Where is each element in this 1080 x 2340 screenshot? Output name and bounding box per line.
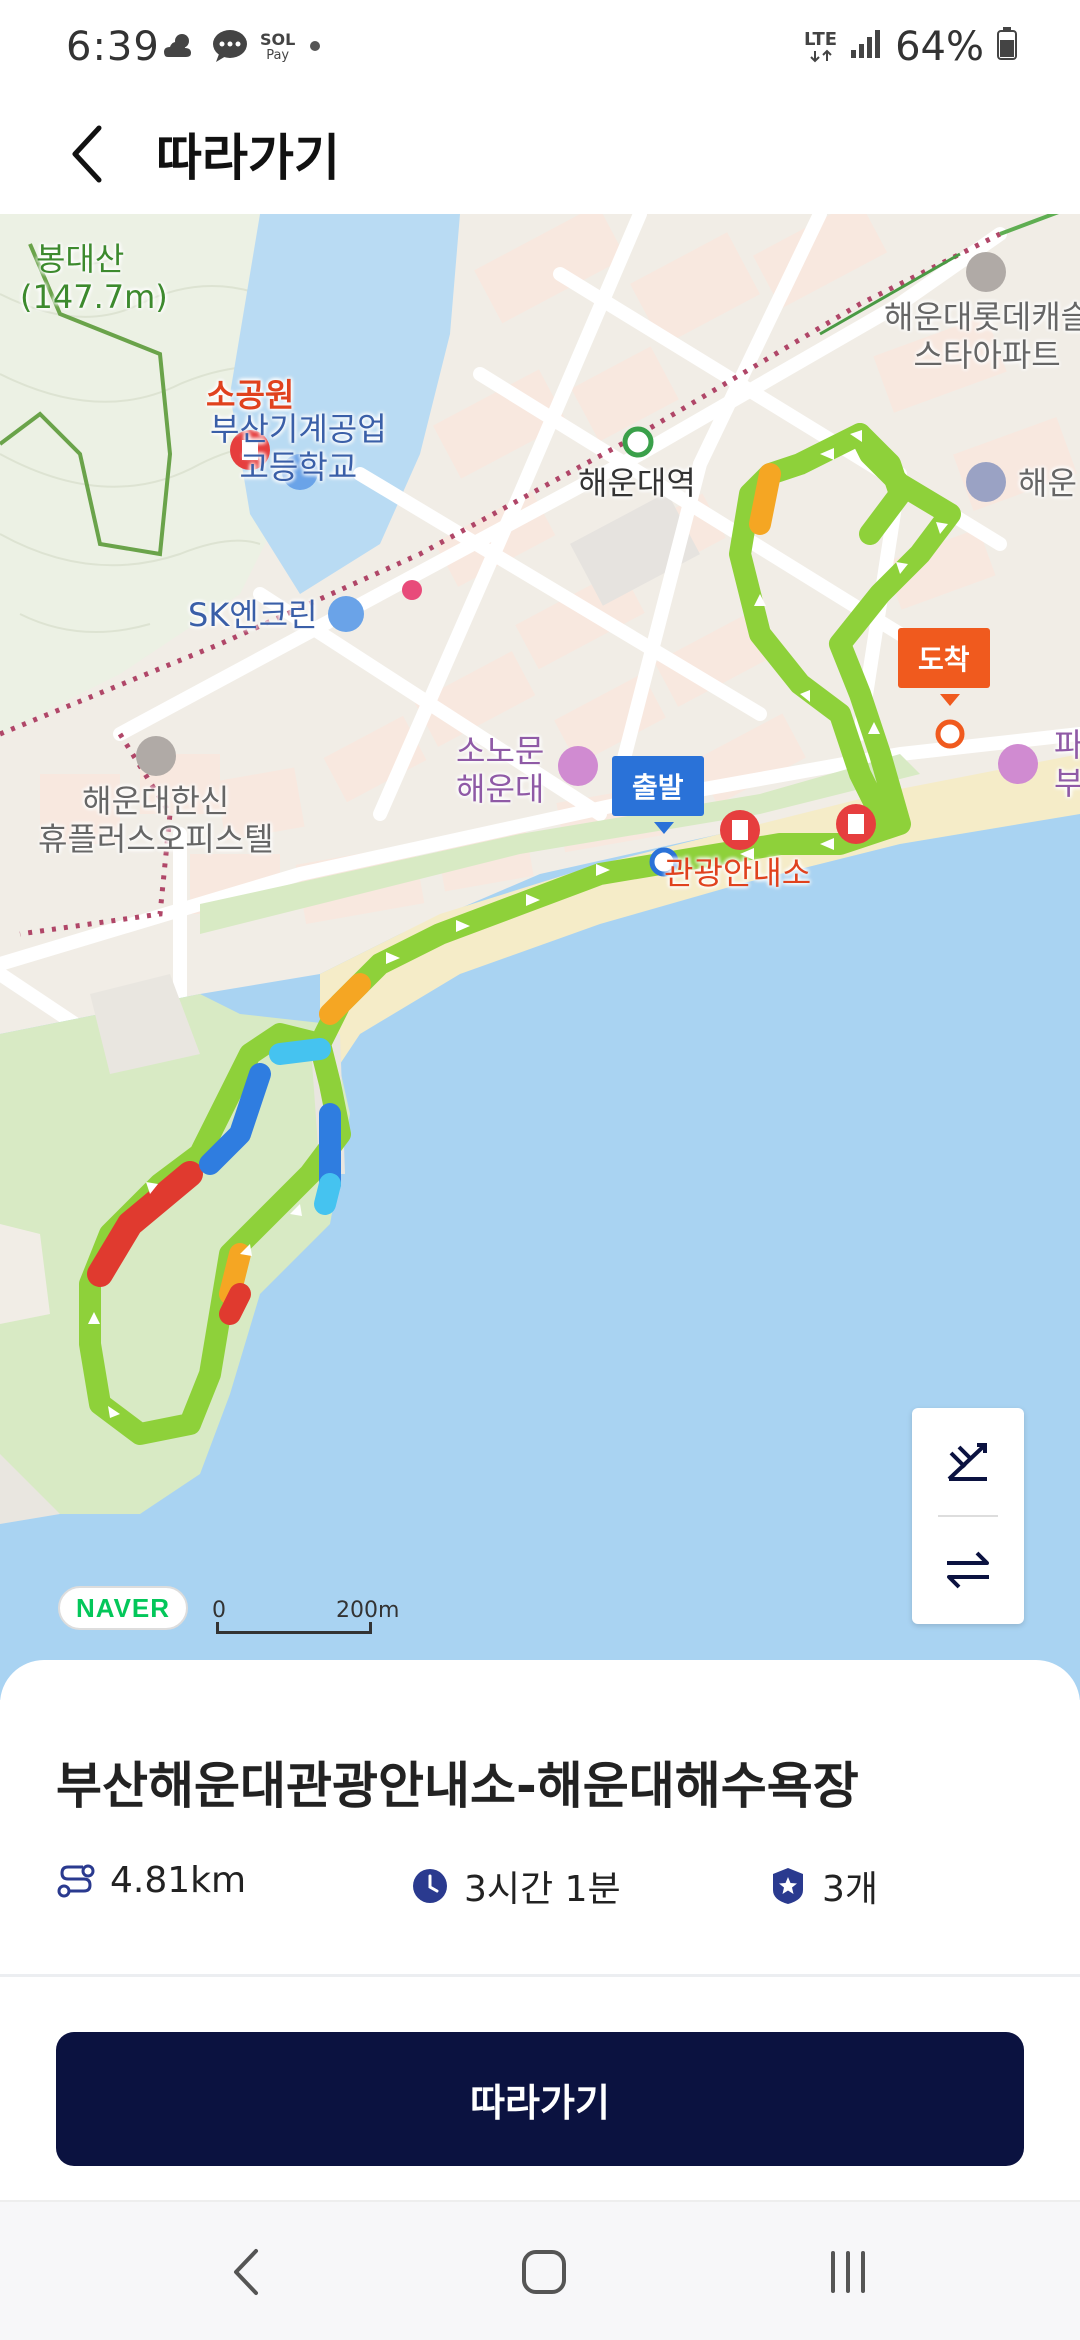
dot-icon [305, 36, 325, 60]
label-sonomun: 소노문 해운대 [456, 732, 545, 808]
route-distance-icon [57, 1864, 95, 1897]
stat-duration: 3시간 1분 [410, 1860, 621, 1912]
controls-divider [938, 1515, 998, 1517]
start-flag[interactable]: 출발 [612, 756, 704, 816]
battery-icon [996, 24, 1018, 70]
nav-recents-icon [831, 2251, 865, 2293]
lte-icon: LTE [804, 31, 837, 63]
swap-arrows-icon [947, 1551, 989, 1589]
start-flag-pointer [654, 822, 674, 834]
status-time: 6:39 [66, 24, 160, 70]
label-mountain: 봉대산 [36, 240, 125, 278]
route-title: 부산해운대관광안내소-해운대해수욕장 [56, 1757, 859, 1815]
chat-icon [210, 28, 250, 68]
chevron-left-icon [72, 125, 102, 183]
label-mountain-height: (147.7m) [20, 278, 168, 316]
weather-icon [160, 29, 200, 67]
battery-percent: 64% [895, 24, 984, 70]
sol-pay-bottom: Pay [266, 48, 290, 63]
label-sk: SK엔크린 [188, 596, 318, 634]
sol-pay-icon: SOL Pay [260, 32, 295, 64]
route-stats: 4.81km 3시간 1분 3개 [56, 1860, 1056, 1920]
nav-home-icon [522, 2250, 566, 2294]
clock-icon [413, 1869, 447, 1903]
stamps-value: 3개 [822, 1869, 879, 1910]
sheet-divider [0, 1974, 1080, 1977]
lte-label: LTE [804, 29, 838, 50]
signal-icon [849, 24, 883, 70]
map-scale: 0 200m [212, 1598, 412, 1634]
status-bar: 6:39 SOL Pay LTE 64% [0, 0, 1080, 96]
label-park: 소공원 [206, 376, 295, 414]
sol-pay-top: SOL [260, 30, 296, 49]
elevation-icon [947, 1443, 987, 1481]
system-nav-bar [0, 2200, 1080, 2340]
duration-value: 3시간 1분 [464, 1869, 621, 1910]
label-pa-right: 파 부 [1054, 726, 1080, 802]
nav-recents-button[interactable] [798, 2230, 898, 2314]
label-station: 해운대역 [578, 464, 696, 502]
scale-start-label: 0 [212, 1598, 226, 1623]
end-flag[interactable]: 도착 [898, 628, 990, 688]
notification-icons: SOL Pay [160, 28, 325, 68]
follow-route-button[interactable]: 따라가기 [56, 2032, 1024, 2166]
label-haeun-right: 해운 [1018, 464, 1077, 502]
label-officetel: 해운대한신 휴플러스오피스텔 [38, 782, 274, 858]
end-flag-pointer [940, 694, 960, 706]
nav-back-icon [234, 2249, 258, 2295]
elevation-button[interactable] [912, 1410, 1024, 1514]
label-apartment: 해운대롯데캐슬 스타아파트 [884, 298, 1080, 374]
back-button[interactable] [52, 116, 122, 192]
nav-home-button[interactable] [494, 2230, 594, 2314]
reverse-direction-button[interactable] [912, 1518, 1024, 1622]
stamp-badge-icon [773, 1868, 803, 1904]
distance-value: 4.81km [110, 1860, 247, 1901]
stat-stamps: 3개 [768, 1860, 878, 1912]
label-info-center: 관광안내소 [664, 854, 812, 892]
status-right: LTE 64% [804, 24, 1018, 70]
page-title: 따라가기 [156, 129, 340, 187]
map-controls [912, 1408, 1024, 1624]
scale-end-label: 200m [336, 1598, 400, 1623]
label-school: 부산기계공업 고등학교 [210, 410, 387, 486]
naver-logo: NAVER [58, 1586, 188, 1630]
nav-back-button[interactable] [196, 2230, 296, 2314]
map-view[interactable]: 봉대산 (147.7m) 소공원 부산기계공업 고등학교 해운대역 SK엔크린 … [0, 214, 1080, 1700]
scale-bar [216, 1622, 372, 1634]
header: 따라가기 [0, 96, 1080, 214]
stat-distance: 4.81km [56, 1860, 246, 1901]
